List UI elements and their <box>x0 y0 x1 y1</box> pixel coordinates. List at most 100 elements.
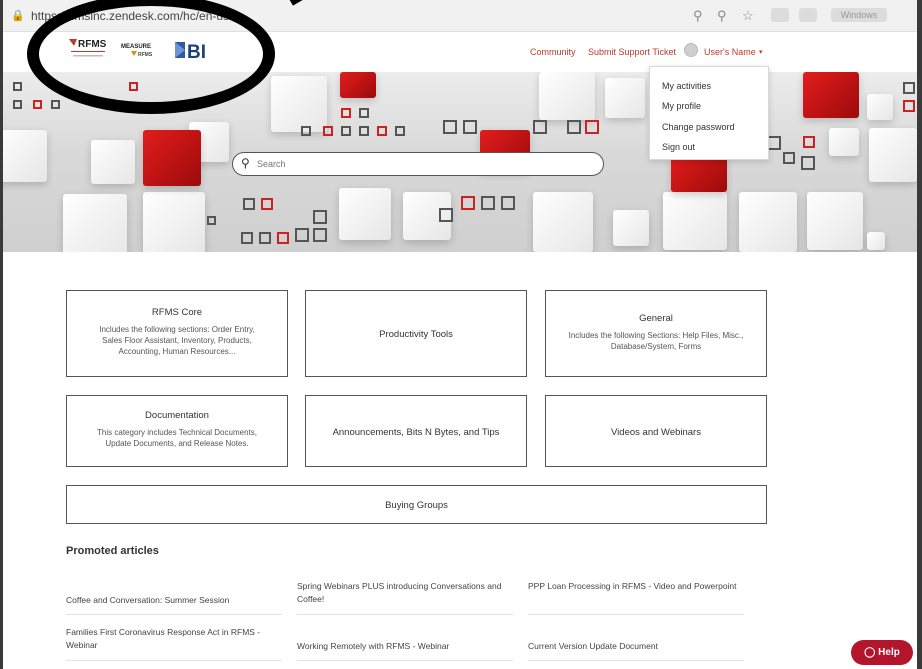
hero-decoration <box>829 128 859 156</box>
hero-decoration <box>739 192 797 252</box>
category-card-buying-groups[interactable]: Buying Groups <box>66 485 767 524</box>
category-card-rfms-core[interactable]: RFMS Core Includes the following section… <box>66 290 288 377</box>
avatar[interactable] <box>684 43 698 57</box>
hero-decoration <box>243 198 255 210</box>
hero-decoration <box>671 156 727 192</box>
category-card-announcements[interactable]: Announcements, Bits N Bytes, and Tips <box>305 395 527 467</box>
divider <box>528 660 744 661</box>
category-title: RFMS Core <box>151 307 203 318</box>
category-title: Videos and Webinars <box>611 427 701 438</box>
hero-decoration <box>13 82 22 91</box>
hero-decoration <box>867 94 893 120</box>
hero-decoration <box>277 232 289 244</box>
help-label: Help <box>878 647 900 658</box>
hero-decoration <box>767 136 781 150</box>
star-icon[interactable]: ☆ <box>742 8 754 24</box>
hero-decoration <box>807 192 863 250</box>
category-title: General <box>639 313 673 324</box>
hero-decoration <box>869 128 917 182</box>
promoted-article-link[interactable]: Coffee and Conversation: Summer Session <box>66 594 281 607</box>
category-card-productivity-tools[interactable]: Productivity Tools <box>305 290 527 377</box>
promoted-article-link[interactable]: Families First Coronavirus Response Act … <box>66 626 281 652</box>
key-icon[interactable]: ⚲ <box>693 8 703 24</box>
help-button[interactable]: ◯ Help <box>851 640 913 665</box>
zoom-icon[interactable]: ⚲ <box>717 8 727 24</box>
promoted-article-link[interactable]: Spring Webinars PLUS introducing Convers… <box>297 580 512 606</box>
hero-decoration <box>585 120 599 134</box>
category-description: This category includes Technical Documen… <box>97 428 257 448</box>
lock-icon: 🔒 <box>11 10 25 22</box>
search-input[interactable] <box>257 157 587 171</box>
hero-decoration <box>207 216 216 225</box>
category-title: Productivity Tools <box>379 329 453 340</box>
hero-decoration <box>461 196 475 210</box>
promoted-article-link[interactable]: Working Remotely with RFMS - Webinar <box>297 640 512 653</box>
hero-decoration <box>501 196 515 210</box>
hero-decoration <box>539 72 595 120</box>
hero-decoration <box>481 196 495 210</box>
hero-decoration <box>323 126 333 136</box>
hero-decoration <box>339 188 391 240</box>
divider <box>528 614 744 615</box>
hero-decoration <box>359 126 369 136</box>
divider <box>297 614 513 615</box>
hero-decoration <box>63 194 127 252</box>
search-bar[interactable]: ⚲ <box>232 152 604 176</box>
hero-decoration <box>533 192 593 252</box>
hero-decoration <box>903 100 915 112</box>
profile-button[interactable]: Windows <box>831 8 887 22</box>
hero-decoration <box>783 152 795 164</box>
hero-decoration <box>51 100 60 109</box>
hero-decoration <box>341 108 351 118</box>
category-card-videos-webinars[interactable]: Videos and Webinars <box>545 395 767 467</box>
hero-decoration <box>143 130 201 186</box>
help-center-page: 🔒 https://rfmsinc.zendesk.com/hc/en-us ⚲… <box>3 0 917 669</box>
hero-decoration <box>801 156 815 170</box>
hero-decoration <box>341 126 351 136</box>
hero-decoration <box>803 136 815 148</box>
hero-decoration <box>803 72 859 118</box>
hero-decoration <box>377 126 387 136</box>
category-title: Documentation <box>145 410 209 421</box>
hero-decoration <box>313 210 327 224</box>
chevron-down-icon[interactable]: ▾ <box>759 48 763 56</box>
category-description: Includes the following Sections: Help Fi… <box>568 331 744 351</box>
hero-decoration <box>443 120 457 134</box>
category-card-documentation[interactable]: Documentation This category includes Tec… <box>66 395 288 467</box>
nav-submit-ticket[interactable]: Submit Support Ticket <box>588 47 676 57</box>
hero-decoration <box>91 140 135 184</box>
extension-icon[interactable] <box>771 8 789 22</box>
hero-decoration <box>613 210 649 246</box>
hero-decoration <box>143 192 205 252</box>
hero-decoration <box>867 232 885 250</box>
nav-community[interactable]: Community <box>530 47 576 57</box>
promoted-articles-heading: Promoted articles <box>66 545 159 557</box>
user-dropdown-menu: My activities My profile Change password… <box>649 66 769 160</box>
divider <box>297 660 513 661</box>
menu-item-my-activities[interactable]: My activities <box>662 81 711 91</box>
hero-decoration <box>439 208 453 222</box>
category-card-general[interactable]: General Includes the following Sections:… <box>545 290 767 377</box>
extension-icon[interactable] <box>799 8 817 22</box>
hero-decoration <box>261 198 273 210</box>
hero-decoration <box>903 82 915 94</box>
hero-decoration <box>313 228 327 242</box>
divider <box>66 660 282 661</box>
hero-decoration <box>605 78 645 118</box>
menu-item-change-password[interactable]: Change password <box>662 122 735 132</box>
hero-decoration <box>533 120 547 134</box>
divider <box>66 614 282 615</box>
menu-item-my-profile[interactable]: My profile <box>662 101 701 111</box>
user-menu-toggle[interactable]: User's Name <box>704 47 756 57</box>
hero-decoration <box>241 232 253 244</box>
chat-icon: ◯ <box>864 647 876 658</box>
promoted-article-link[interactable]: Current Version Update Document <box>528 640 743 653</box>
hero-decoration <box>359 108 369 118</box>
promoted-article-link[interactable]: PPP Loan Processing in RFMS - Video and … <box>528 580 743 593</box>
hero-decoration <box>463 120 477 134</box>
hero-decoration <box>259 232 271 244</box>
menu-item-sign-out[interactable]: Sign out <box>662 142 695 152</box>
hero-decoration <box>301 126 311 136</box>
hero-decoration <box>340 72 376 98</box>
hero-decoration <box>3 130 47 182</box>
